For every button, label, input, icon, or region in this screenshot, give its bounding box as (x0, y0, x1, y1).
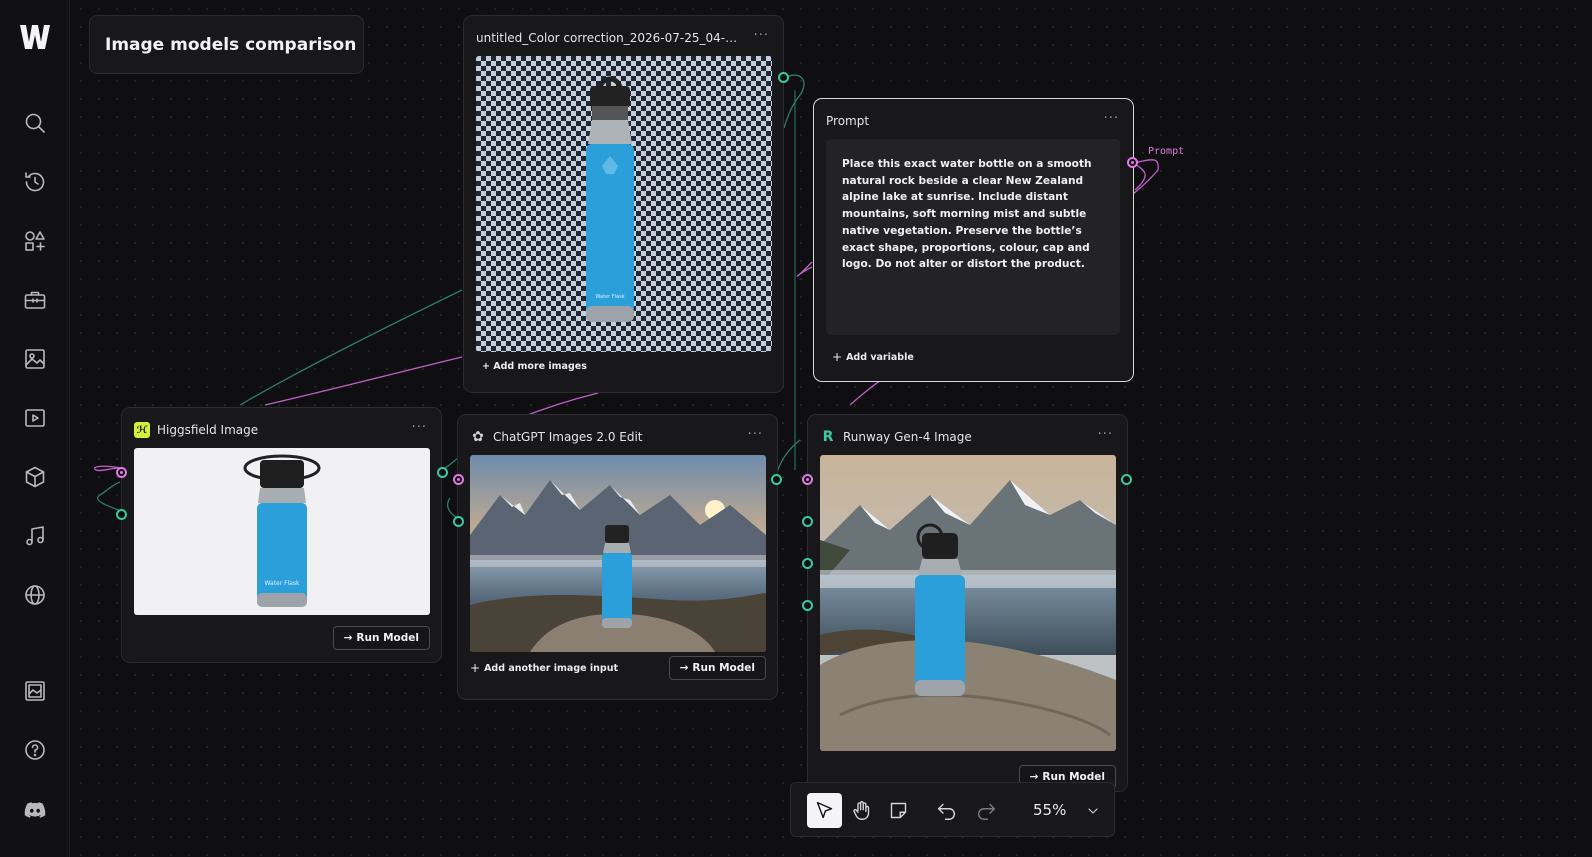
runway-title: Runway Gen-4 Image (843, 430, 972, 444)
gallery-icon[interactable] (20, 676, 50, 706)
redo-icon[interactable] (969, 793, 1004, 828)
add-variable-button[interactable]: + Add variable (832, 350, 914, 364)
discord-icon[interactable] (20, 795, 50, 825)
more-options-icon[interactable]: ··· (1104, 111, 1119, 126)
runway-output-port[interactable] (1121, 474, 1132, 485)
arrow-right-icon: → (343, 632, 353, 644)
music-icon[interactable] (20, 521, 50, 551)
runway-output-image (820, 455, 1116, 751)
workflow-title[interactable]: Image models comparison (89, 15, 364, 74)
more-options-icon[interactable]: ··· (748, 427, 763, 442)
history-icon[interactable] (20, 167, 50, 197)
more-options-icon[interactable]: ··· (412, 420, 427, 435)
toolbox-icon[interactable] (20, 285, 50, 315)
prompt-output-port[interactable] (1127, 157, 1138, 168)
source-image-title: untitled_Color correction_2026-07-25_04-… (476, 31, 741, 45)
runway-logo-icon: R (822, 429, 834, 445)
app-logo-icon[interactable] (18, 22, 52, 52)
svg-text:Water Flask: Water Flask (264, 580, 300, 587)
runway-image-port-2[interactable] (802, 558, 813, 569)
add-image-input-label: Add another image input (484, 662, 619, 674)
shapes-plus-icon[interactable] (20, 226, 50, 256)
chatgpt-node[interactable]: ✿ ChatGPT Images 2.0 Edit ··· + Add anot… (457, 414, 778, 700)
add-more-images-button[interactable]: + Add more images (482, 361, 587, 372)
runway-image-port-1[interactable] (802, 516, 813, 527)
chatgpt-run-button[interactable]: → Run Model (668, 656, 766, 680)
source-output-port[interactable] (778, 72, 789, 83)
add-image-input-button[interactable]: + Add another image input (470, 661, 618, 675)
more-options-icon[interactable]: ··· (754, 28, 769, 43)
openai-logo-icon: ✿ (472, 429, 484, 445)
higgsfield-prompt-port[interactable] (116, 467, 127, 478)
hand-icon[interactable] (844, 793, 879, 828)
prompt-port-label: Prompt (1148, 146, 1184, 157)
plus-icon: + (470, 661, 481, 675)
runway-image-port-3[interactable] (802, 600, 813, 611)
pointer-icon[interactable] (807, 793, 842, 828)
video-icon[interactable] (20, 403, 50, 433)
globe-icon[interactable] (20, 580, 50, 610)
chatgpt-image-port[interactable] (453, 516, 464, 527)
help-icon[interactable] (20, 735, 50, 765)
prompt-node[interactable]: Prompt ··· Place this exact water bottle… (813, 98, 1134, 382)
run-label: Run Model (692, 662, 755, 674)
search-icon[interactable] (20, 108, 50, 138)
add-variable-label: Add variable (846, 351, 914, 363)
prompt-textarea[interactable]: Place this exact water bottle on a smoot… (826, 139, 1120, 335)
svg-text:Water Flask: Water Flask (595, 294, 624, 300)
higgsfield-output-port[interactable] (437, 467, 448, 478)
canvas-toolbar: 55% (790, 782, 1115, 837)
runway-node[interactable]: R Runway Gen-4 Image ··· → Run Model (807, 414, 1128, 792)
higgsfield-node[interactable]: ℋ Higgsfield Image ··· Water Flask → Run… (121, 407, 442, 663)
more-options-icon[interactable]: ··· (1098, 427, 1113, 442)
plus-icon: + (832, 350, 843, 364)
arrow-right-icon: → (679, 662, 689, 674)
run-label: Run Model (356, 632, 419, 644)
sticky-note-icon[interactable] (881, 793, 916, 828)
zoom-level[interactable]: 55% (1033, 801, 1066, 819)
source-image-node[interactable]: untitled_Color correction_2026-07-25_04-… (463, 15, 784, 393)
higgsfield-logo-icon: ℋ (134, 422, 150, 438)
higgsfield-title: Higgsfield Image (157, 423, 259, 437)
chatgpt-prompt-port[interactable] (453, 474, 464, 485)
higgsfield-run-button[interactable]: → Run Model (332, 626, 430, 650)
chatgpt-output-port[interactable] (771, 474, 782, 485)
higgsfield-image-port[interactable] (116, 509, 127, 520)
chatgpt-output-image (470, 455, 766, 652)
undo-icon[interactable] (929, 793, 964, 828)
chatgpt-title: ChatGPT Images 2.0 Edit (493, 430, 643, 444)
prompt-node-title: Prompt (826, 114, 870, 128)
image-icon[interactable] (20, 344, 50, 374)
chevron-down-icon[interactable] (1075, 793, 1110, 828)
source-image-preview: Water Flask (476, 56, 772, 352)
runway-prompt-port[interactable] (802, 474, 813, 485)
higgsfield-output-image: Water Flask (134, 448, 430, 615)
left-sidebar (0, 0, 70, 857)
cube-icon[interactable] (20, 462, 50, 492)
